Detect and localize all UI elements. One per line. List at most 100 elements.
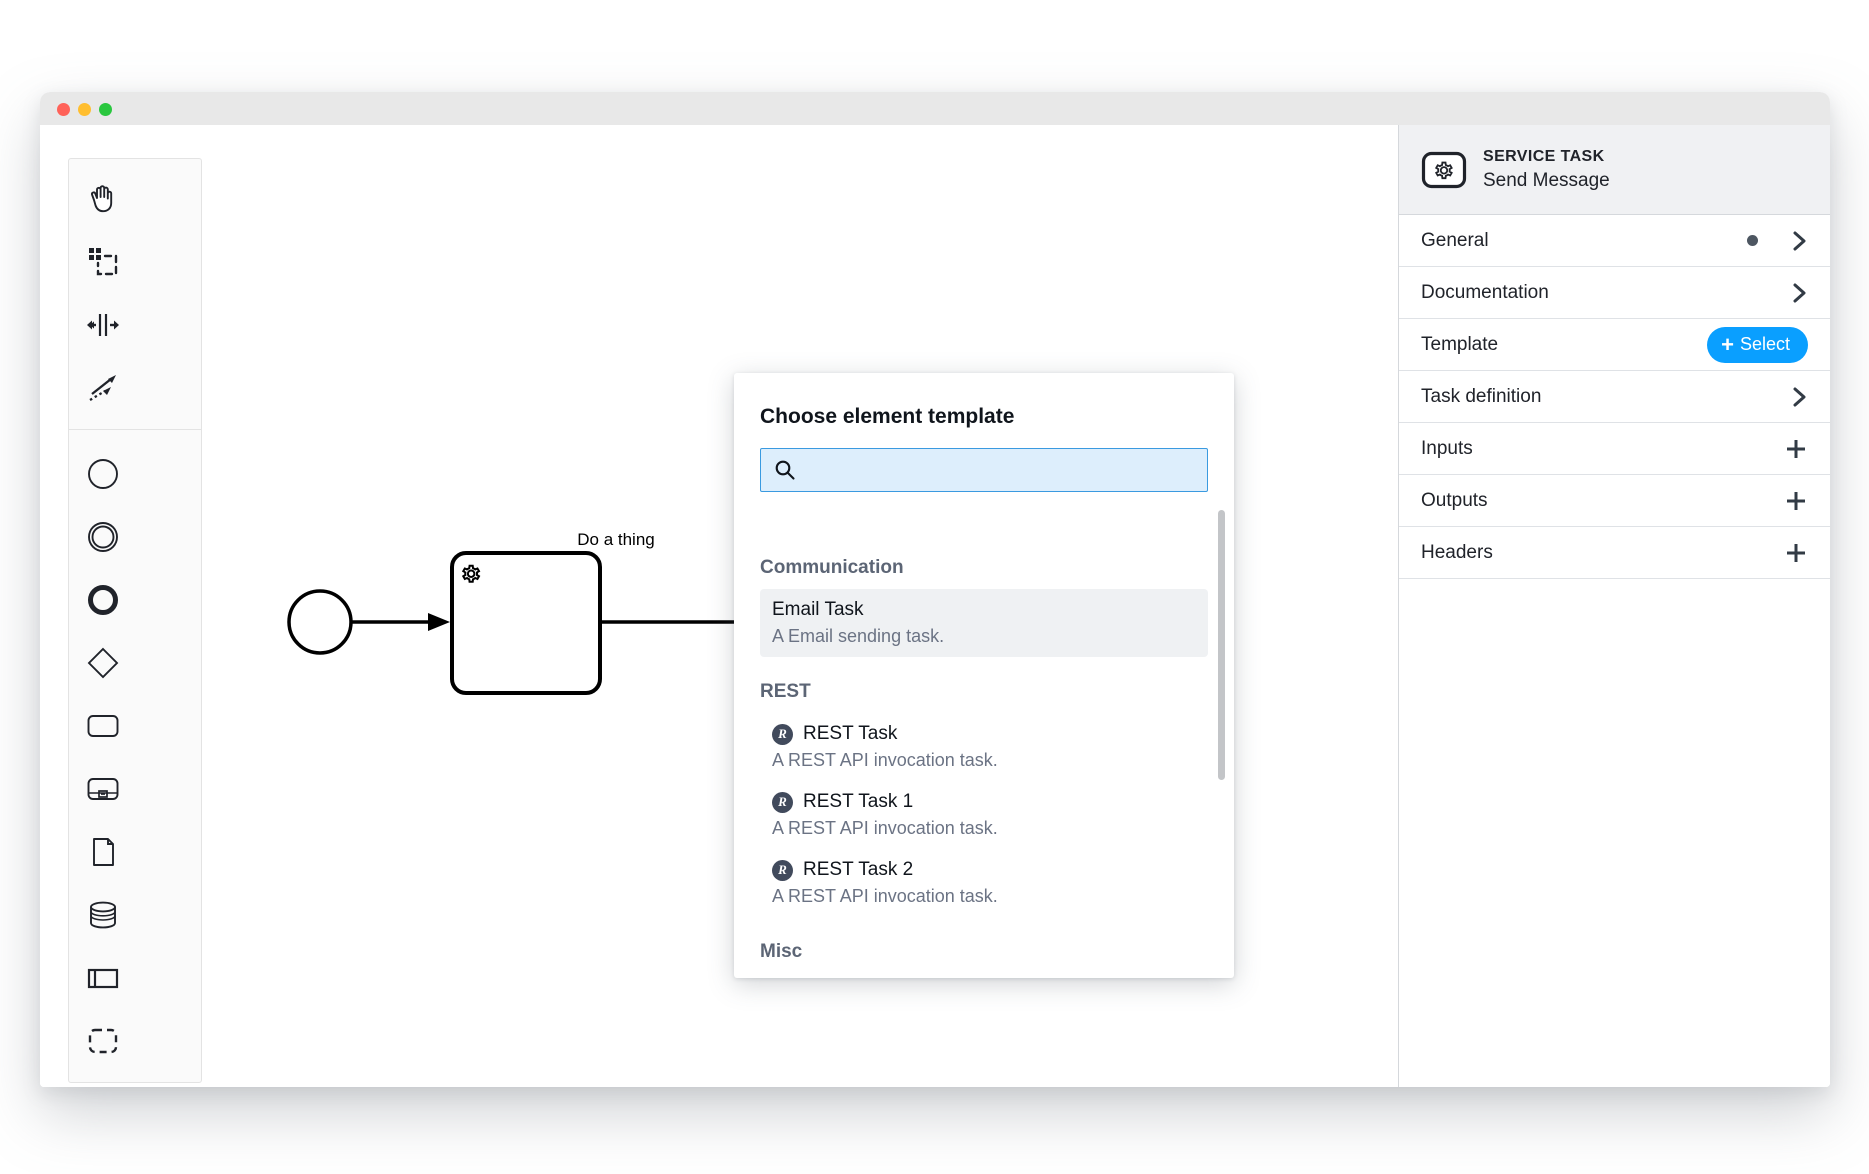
properties-panel-header: SERVICE TASK Send Message	[1399, 125, 1830, 215]
template-item-rest-task[interactable]: R REST Task A REST API invocation task.	[760, 713, 1208, 781]
palette-start-event[interactable]	[69, 442, 136, 505]
palette-data-store[interactable]	[69, 883, 136, 946]
general-configured-dot	[1747, 235, 1758, 246]
popup-title: Choose element template	[760, 405, 1015, 428]
hand-icon	[90, 184, 112, 212]
bpmn-canvas[interactable]: Do a thing BPMN.iO	[40, 125, 1398, 1087]
data-store-icon	[89, 901, 116, 928]
palette-space-tool[interactable]	[69, 293, 136, 356]
properties-group-label: Documentation	[1421, 281, 1549, 303]
palette-group[interactable]	[69, 1009, 136, 1072]
template-item-description: A REST API invocation task.	[772, 750, 998, 770]
maximize-window-button[interactable]	[99, 103, 112, 116]
close-window-button[interactable]	[57, 103, 70, 116]
global-connect-icon	[88, 374, 116, 401]
template-item-name-row: R REST Task	[772, 723, 1196, 745]
properties-group-label: Inputs	[1421, 437, 1473, 459]
properties-group-headers[interactable]: Headers	[1399, 527, 1830, 579]
palette-subprocess[interactable]	[69, 757, 136, 820]
template-search-input[interactable]	[760, 448, 1208, 492]
properties-group-task-definition[interactable]: Task definition	[1399, 371, 1830, 423]
chevron-right-icon	[1792, 230, 1808, 252]
end-event-icon	[87, 584, 118, 615]
plus-icon: +	[1721, 331, 1734, 357]
intermediate-event-icon	[87, 521, 118, 552]
task-icon	[87, 714, 118, 737]
template-item-email-task[interactable]: Email Task A Email sending task.	[760, 589, 1208, 657]
properties-panel: SERVICE TASK Send Message General Docume…	[1398, 125, 1830, 1087]
element-template-popup: Choose element template Communication Em…	[734, 373, 1234, 978]
palette-gateway[interactable]	[69, 631, 136, 694]
template-search-wrapper	[760, 448, 1208, 492]
lasso-icon	[88, 247, 117, 275]
properties-group-label: Task definition	[1421, 385, 1542, 407]
palette-hand-tool[interactable]	[69, 167, 136, 230]
template-item-name-row: R REST Task 1	[772, 791, 1196, 813]
template-item-rest-task-2[interactable]: R REST Task 2 A REST API invocation task…	[760, 849, 1208, 917]
chevron-right-icon	[1792, 386, 1808, 408]
window-body: Do a thing BPMN.iO	[40, 125, 1830, 1087]
properties-group-outputs[interactable]: Outputs	[1399, 475, 1830, 527]
template-item-name-row: R REST Task 2	[772, 859, 1196, 881]
template-item-name: Email Task	[772, 599, 864, 620]
template-item-rest-task-1[interactable]: R REST Task 1 A REST API invocation task…	[760, 781, 1208, 849]
properties-group-template[interactable]: Template + Select	[1399, 319, 1830, 371]
template-item-description: A Email sending task.	[772, 626, 945, 646]
palette-task[interactable]	[69, 694, 136, 757]
palette-group-elements	[69, 429, 201, 1072]
element-name-label: Send Message	[1483, 169, 1610, 191]
start-event-icon	[87, 458, 118, 489]
template-group-header-misc: Misc	[760, 941, 803, 962]
palette-global-connect-tool[interactable]	[69, 356, 136, 419]
template-group-header-rest: REST	[760, 681, 811, 702]
palette-group-tools	[69, 167, 201, 419]
palette-end-event[interactable]	[69, 568, 136, 631]
bpmn-palette	[68, 158, 202, 1083]
template-group-header-communication: Communication	[760, 557, 904, 578]
properties-group-inputs[interactable]: Inputs	[1399, 423, 1830, 475]
service-task-shape[interactable]	[450, 551, 602, 695]
rest-r-icon: R	[772, 791, 793, 813]
gear-icon	[461, 564, 481, 583]
gateway-icon	[87, 647, 118, 678]
properties-group-label: General	[1421, 229, 1489, 251]
palette-participant[interactable]	[69, 946, 136, 1009]
properties-panel-header-text: SERVICE TASK Send Message	[1483, 147, 1610, 193]
add-input-icon[interactable]	[1784, 437, 1808, 461]
template-item-description: A REST API invocation task.	[772, 886, 998, 906]
chevron-right-icon	[1792, 282, 1808, 304]
subprocess-icon	[87, 777, 118, 800]
palette-lasso-tool[interactable]	[69, 230, 136, 293]
properties-group-label: Template	[1421, 333, 1499, 355]
template-item-name: REST Task 1	[803, 791, 914, 812]
template-results-list[interactable]: Communication Email Task A Email sending…	[734, 533, 1234, 978]
properties-group-documentation[interactable]: Documentation	[1399, 267, 1830, 319]
rest-r-icon: R	[772, 859, 793, 881]
sequence-flow-arrowhead	[428, 613, 450, 631]
app-window: Do a thing BPMN.iO	[40, 92, 1830, 1087]
template-list-scrollbar[interactable]	[1218, 510, 1225, 780]
template-item-description: A REST API invocation task.	[772, 818, 998, 838]
properties-group-general[interactable]: General	[1399, 215, 1830, 267]
start-event-shape[interactable]	[287, 589, 353, 655]
add-output-icon[interactable]	[1784, 489, 1808, 513]
select-template-button[interactable]: + Select	[1707, 326, 1808, 363]
window-titlebar	[40, 92, 1830, 125]
group-icon	[88, 1028, 117, 1053]
rest-r-icon: R	[772, 723, 793, 745]
service-task-gear-icon	[1421, 151, 1467, 188]
properties-group-label: Outputs	[1421, 489, 1488, 511]
select-template-button-label: Select	[1739, 334, 1790, 354]
palette-data-object[interactable]	[69, 820, 136, 883]
minimize-window-button[interactable]	[78, 103, 91, 116]
participant-icon	[87, 968, 118, 988]
template-item-name: REST Task 2	[803, 859, 914, 880]
properties-group-label: Headers	[1421, 541, 1493, 563]
template-item-name: REST Task	[803, 723, 898, 744]
add-header-icon[interactable]	[1784, 541, 1808, 565]
service-task-label: Do a thing	[577, 530, 655, 549]
element-type-label: SERVICE TASK	[1483, 147, 1605, 165]
data-object-icon	[92, 837, 114, 866]
palette-intermediate-event[interactable]	[69, 505, 136, 568]
space-tool-icon	[86, 313, 119, 336]
